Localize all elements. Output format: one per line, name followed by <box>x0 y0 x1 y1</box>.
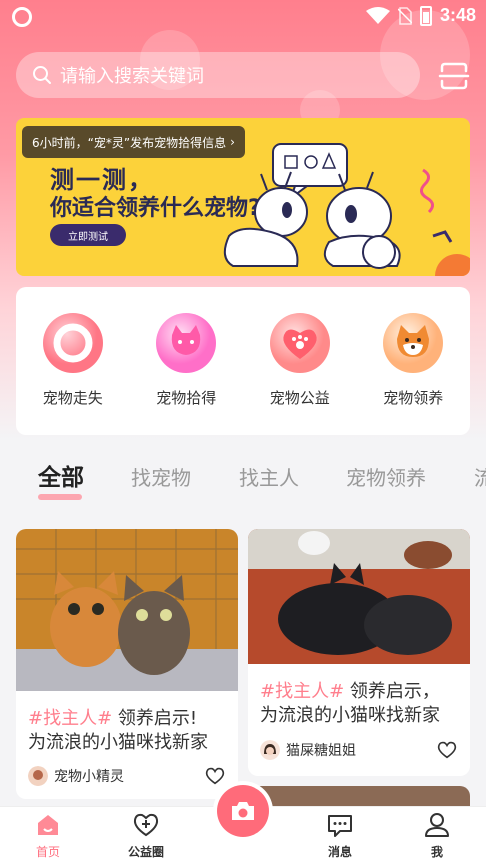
nav-label: 消息 <box>327 845 352 859</box>
like-heart-icon[interactable] <box>204 765 226 787</box>
quiz-button[interactable]: 立即测试 <box>50 224 126 246</box>
tab-stray[interactable]: 流浪 <box>474 462 486 491</box>
camera-icon <box>232 802 254 820</box>
no-sim-icon <box>397 6 412 25</box>
nav-label: 公益圈 <box>127 845 164 859</box>
category-card: 宠物走失 宠物拾得 宠物公益 宠物领养 <box>16 287 470 435</box>
nav-home[interactable]: 首页 <box>13 811 83 860</box>
like-heart-icon[interactable] <box>436 739 458 761</box>
nav-charity-circle[interactable]: 公益圈 <box>111 811 181 860</box>
category-label: 宠物走失 <box>42 389 103 407</box>
tab-adoption[interactable]: 宠物领养 <box>346 462 426 491</box>
tab-find-owner[interactable]: 找主人 <box>239 462 299 491</box>
feed-card[interactable]: #找主人# 领养启示， 为流浪的小猫咪找新家 猫屎糖姐姐 <box>248 529 470 776</box>
category-found-pets[interactable]: 宠物拾得 <box>136 311 236 435</box>
active-tab-indicator <box>38 494 82 500</box>
category-adoption[interactable]: 宠物领养 <box>363 311 463 435</box>
status-bar: 3:48 <box>0 0 486 34</box>
category-label: 宠物领养 <box>383 389 444 407</box>
cat-face-icon <box>156 313 217 373</box>
feed-card-peek[interactable] <box>248 786 470 806</box>
scan-icon[interactable] <box>438 60 470 92</box>
post-tag: #找主人# <box>260 681 345 702</box>
shiba-icon <box>383 313 444 373</box>
heart-paw-icon <box>269 313 330 373</box>
post-author: 宠物小精灵 <box>54 769 124 785</box>
home-icon <box>38 815 58 835</box>
notification-ring-icon <box>12 7 32 27</box>
nav-me[interactable]: 我 <box>402 811 472 860</box>
search-icon <box>33 66 51 84</box>
search-input[interactable]: 请输入搜索关键词 <box>16 52 420 98</box>
post-author: 猫屎糖姐姐 <box>286 743 356 759</box>
post-meta: 猫屎糖姐姐 <box>260 739 458 761</box>
category-lost-pets[interactable]: 宠物走失 <box>23 311 123 435</box>
post-title-line2: 为流浪的小猫咪找新家 <box>260 705 440 726</box>
feed-tabs: 全部 找宠物 找主人 宠物领养 流浪 <box>0 456 486 502</box>
heart-plus-icon <box>133 813 159 837</box>
search-placeholder: 请输入搜索关键词 <box>60 66 204 87</box>
post-meta: 宠物小精灵 <box>28 765 226 787</box>
kittens-photo <box>16 529 238 691</box>
post-title: #找主人# 领养启示! 为流浪的小猫咪找新家 <box>16 707 238 755</box>
category-label: 宠物公益 <box>269 389 330 407</box>
category-charity[interactable]: 宠物公益 <box>250 311 350 435</box>
nav-label: 首页 <box>35 845 60 859</box>
feed-card[interactable]: #找主人# 领养启示! 为流浪的小猫咪找新家 宠物小精灵 <box>16 529 238 799</box>
user-icon <box>425 813 449 837</box>
avatar <box>28 766 48 786</box>
robot-pets-illustration <box>223 143 470 276</box>
black-cats-photo <box>248 529 470 664</box>
status-time: 3:48 <box>439 5 476 25</box>
tab-find-pet[interactable]: 找宠物 <box>131 462 191 491</box>
post-title-line2: 为流浪的小猫咪找新家 <box>28 732 208 753</box>
post-title-part: 领养启示! <box>112 708 198 729</box>
message-icon <box>328 815 352 837</box>
post-title: #找主人# 领养启示， 为流浪的小猫咪找新家 <box>248 680 470 728</box>
tab-all[interactable]: 全部 <box>38 458 84 492</box>
category-label: 宠物拾得 <box>156 389 217 407</box>
promo-banner[interactable]: 6小时前，“宠*灵”发布宠物拾得信息 › 测一测， 你适合领养什么宠物? 立即测… <box>16 118 470 276</box>
publish-camera-button[interactable] <box>217 785 269 837</box>
wifi-icon <box>365 6 390 24</box>
nav-messages[interactable]: 消息 <box>305 811 375 860</box>
avatar <box>260 740 280 760</box>
battery-icon <box>419 5 432 26</box>
post-tag: #找主人# <box>28 708 113 729</box>
ring-icon <box>42 313 103 373</box>
nav-label: 我 <box>430 845 443 859</box>
post-title-part: 领养启示， <box>344 681 440 702</box>
toast-text: 6小时前，“宠*灵”发布宠物拾得信息 <box>32 135 227 150</box>
